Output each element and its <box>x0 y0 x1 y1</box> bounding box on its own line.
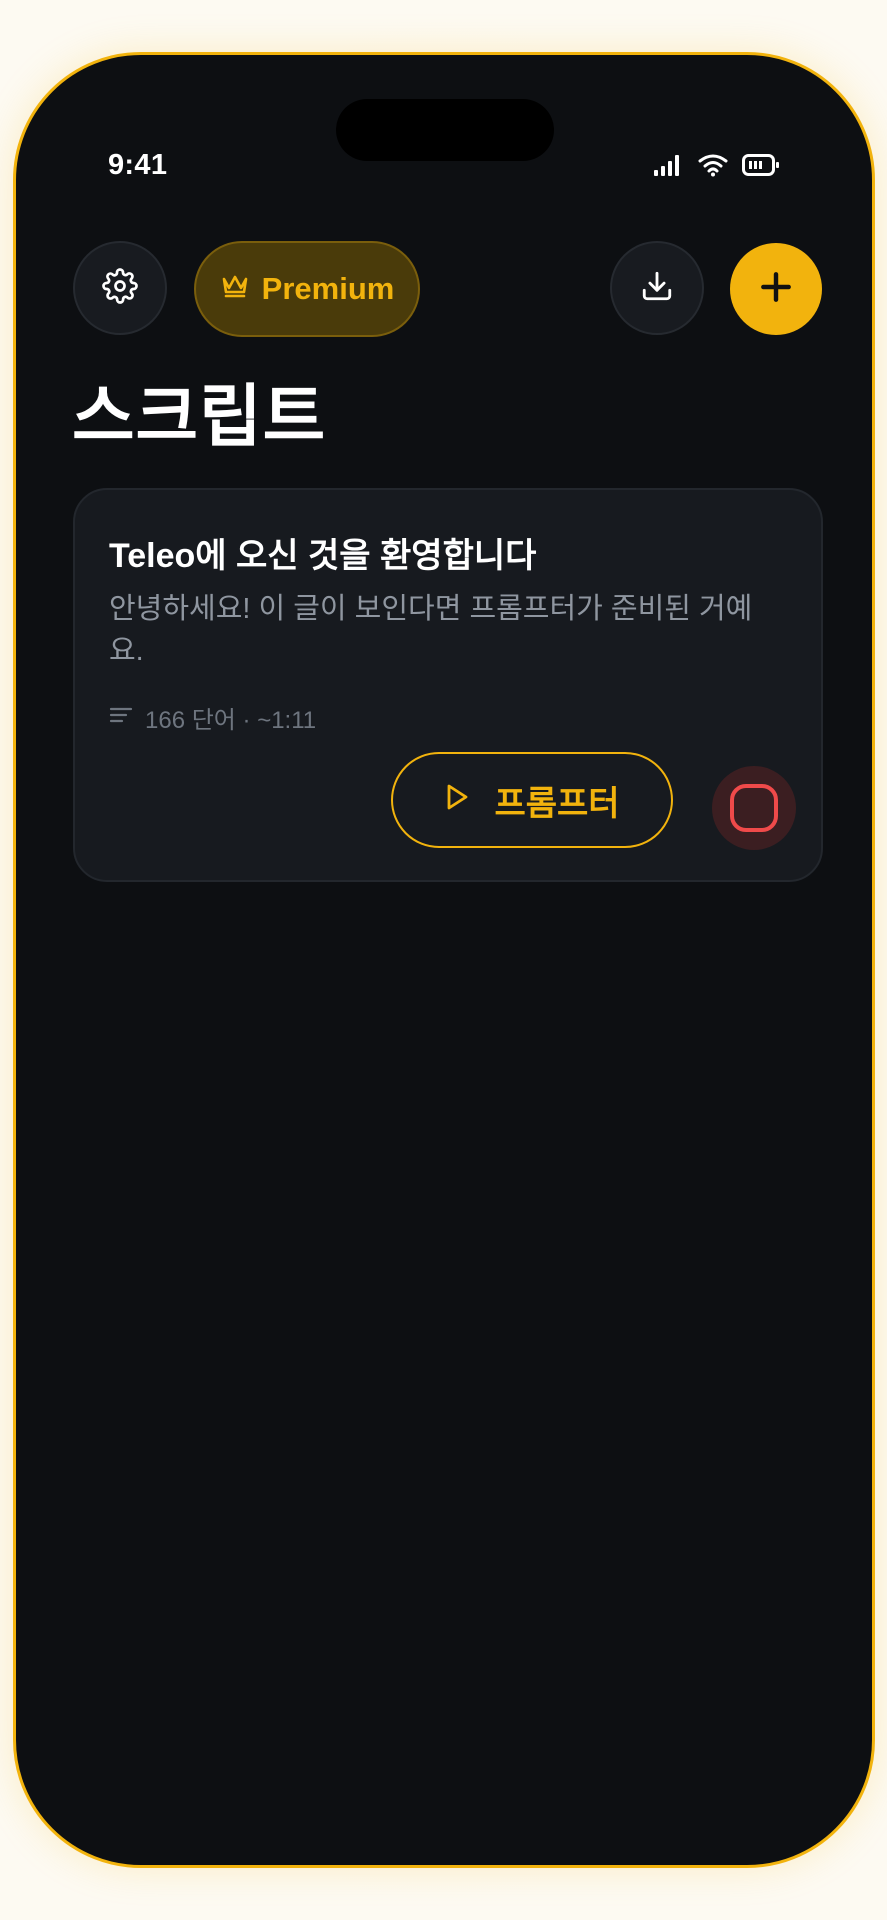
record-icon <box>730 784 778 832</box>
premium-button[interactable]: Premium <box>194 241 420 337</box>
plus-icon <box>757 268 795 311</box>
download-icon <box>640 269 674 308</box>
prompter-button[interactable]: 프롬프터 <box>391 752 673 848</box>
record-button[interactable] <box>712 766 796 850</box>
wifi-icon <box>698 153 728 182</box>
battery-icon <box>742 154 780 181</box>
crown-icon <box>220 271 250 307</box>
page-title: 스크립트 <box>72 379 327 455</box>
import-button[interactable] <box>610 241 704 335</box>
phone-frame: 9:41 Premium 스크립트 Teleo에 오신 것을 환영합니다 안녕하… <box>13 52 875 1868</box>
script-preview: 안녕하세요! 이 글이 보인다면 프롬프터가 준비된 거예요. <box>109 593 753 667</box>
play-icon <box>444 781 470 820</box>
script-meta-text: 166 단어 · ~1:11 <box>145 707 317 734</box>
add-script-button[interactable] <box>730 243 822 335</box>
prompter-label: 프롬프터 <box>494 784 620 823</box>
status-time: 9:41 <box>108 149 168 181</box>
cellular-signal-icon <box>654 154 684 181</box>
gear-icon <box>102 267 138 309</box>
settings-button[interactable] <box>73 241 167 335</box>
script-title: Teleo에 오신 것을 환영합니다 <box>109 537 537 575</box>
premium-label: Premium <box>261 271 395 306</box>
dynamic-island <box>336 99 554 161</box>
status-icons <box>654 153 780 182</box>
text-lines-icon <box>109 704 133 732</box>
script-meta: 166 단어 · ~1:11 <box>109 700 316 735</box>
script-card[interactable]: Teleo에 오신 것을 환영합니다 안녕하세요! 이 글이 보인다면 프롬프터… <box>73 488 823 882</box>
